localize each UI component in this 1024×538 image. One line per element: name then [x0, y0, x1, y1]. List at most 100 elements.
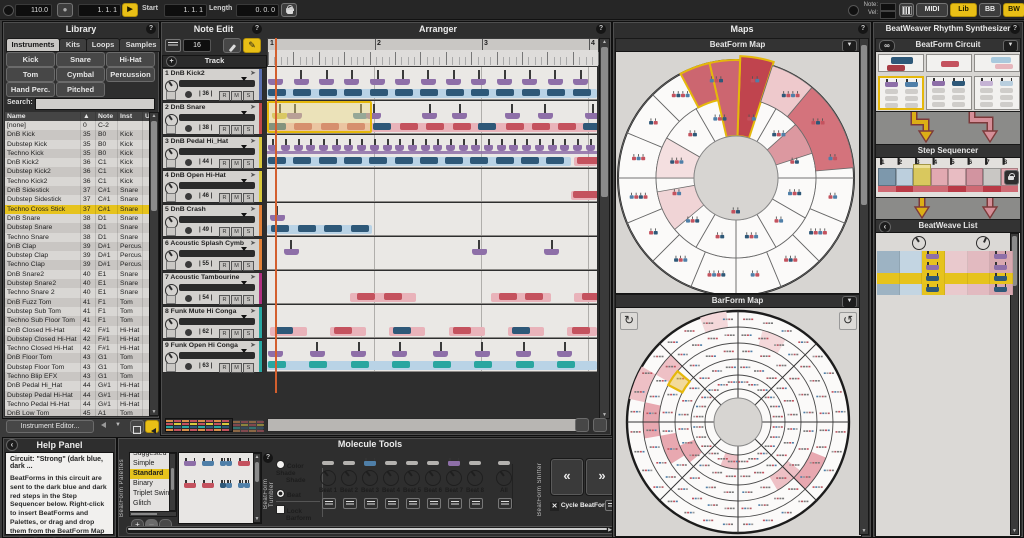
- library-row[interactable]: DnB Kick236C1Kick: [5, 158, 149, 167]
- scroll-corner-button[interactable]: [575, 418, 589, 432]
- track-led[interactable]: [166, 91, 176, 100]
- pin-icon[interactable]: ➤: [250, 138, 257, 145]
- track-led[interactable]: [166, 363, 176, 372]
- track-led[interactable]: [166, 193, 176, 202]
- arranger-vscrollbar[interactable]: ▲▼: [599, 38, 610, 419]
- category-cymbal[interactable]: Cymbal: [56, 67, 105, 82]
- pin-icon[interactable]: ➤: [250, 342, 257, 349]
- arranger-row[interactable]: [267, 203, 597, 236]
- library-row[interactable]: DnB Closed Hi-Hat42F#1Hi-Hat: [5, 326, 149, 335]
- weave-cell[interactable]: [968, 284, 991, 295]
- track-led[interactable]: [166, 329, 176, 338]
- note-edit-menu-button[interactable]: [165, 39, 181, 52]
- preview-speaker-button[interactable]: [145, 420, 159, 433]
- library-row[interactable]: Dubstep Snare38D1Snare: [5, 223, 149, 232]
- volume-slider[interactable]: [179, 148, 255, 155]
- m-button[interactable]: M: [231, 159, 242, 169]
- pin-icon[interactable]: ➤: [250, 274, 257, 281]
- knob-beat-2[interactable]: [341, 470, 357, 486]
- palette-beatform[interactable]: [244, 483, 250, 488]
- library-row[interactable]: Dubstep Floor Tom43G1Tom: [5, 363, 149, 372]
- search-input[interactable]: [35, 98, 155, 110]
- palette-beatform[interactable]: [226, 483, 232, 488]
- library-row[interactable]: [none]0C-2: [5, 121, 149, 130]
- vel-value-field[interactable]: [880, 11, 896, 19]
- circuit-beatform[interactable]: [932, 81, 945, 86]
- grid-value-field[interactable]: 16: [183, 39, 211, 52]
- library-row[interactable]: DnB Sidestick37C#1Snare: [5, 186, 149, 195]
- s-button[interactable]: S: [243, 227, 254, 237]
- library-row[interactable]: Dubstep Kick35B0Kick: [5, 140, 149, 149]
- record-button[interactable]: ●: [57, 3, 73, 17]
- beat-radio[interactable]: Beat: [276, 489, 320, 499]
- volume-slider[interactable]: [179, 80, 255, 87]
- view-button-lib[interactable]: Lib: [950, 3, 977, 17]
- knob-menu-button[interactable]: [406, 498, 420, 509]
- rotate-ccw-icon[interactable]: ↺: [839, 312, 857, 330]
- volume-slider[interactable]: [179, 216, 255, 223]
- arranger-row[interactable]: [267, 339, 597, 372]
- track-mute-dot[interactable]: [185, 295, 192, 302]
- master-knob[interactable]: [3, 5, 14, 16]
- pin-icon[interactable]: ➤: [250, 70, 257, 77]
- weave-cell[interactable]: [945, 251, 968, 262]
- track-strip-5[interactable]: 5 DnB Crash➤| 49 |RMS: [162, 204, 263, 237]
- s-button[interactable]: S: [243, 91, 254, 101]
- weave-cell[interactable]: [968, 273, 991, 284]
- library-row[interactable]: Dubstep Closed Hi-Hat42F#1Hi-Hat: [5, 335, 149, 344]
- track-mute-dot[interactable]: [185, 193, 192, 200]
- track-led[interactable]: [166, 261, 176, 270]
- shift-left-button[interactable]: «: [550, 458, 584, 496]
- m-button[interactable]: M: [231, 227, 242, 237]
- column-header-2[interactable]: Note: [96, 112, 118, 121]
- brush-tool-button[interactable]: [223, 38, 241, 53]
- library-row[interactable]: Dubstep Sub Tom41F1Tom: [5, 307, 149, 316]
- volume-slider[interactable]: [179, 250, 255, 257]
- library-row[interactable]: DnB Pedal Hi_Hat44G#1Hi-Hat: [5, 381, 149, 390]
- step-7[interactable]: [983, 168, 1001, 186]
- weave-cell[interactable]: [945, 273, 968, 284]
- weave-cell[interactable]: [922, 262, 945, 273]
- circuit-beatform[interactable]: [885, 82, 898, 87]
- s-button[interactable]: S: [243, 363, 254, 373]
- library-row[interactable]: Techno Sub Floor Tom41F1Tom: [5, 316, 149, 325]
- step-3[interactable]: [913, 164, 931, 186]
- circuit-beatform[interactable]: [1000, 81, 1013, 86]
- selected-clip[interactable]: [267, 101, 372, 133]
- r-button[interactable]: R: [219, 329, 230, 339]
- maps-help-icon[interactable]: ?: [858, 24, 868, 34]
- palette-list[interactable]: SuggestedSimpleStandardBinaryTriplet Swi…: [129, 452, 177, 512]
- length-field[interactable]: 0. 0. 0: [236, 4, 279, 17]
- s-button[interactable]: S: [243, 159, 254, 169]
- track-strip-6[interactable]: 6 Acoustic Splash Cymb➤| 55 |RMS: [162, 238, 263, 271]
- knob-menu-button[interactable]: [469, 498, 483, 509]
- palette-beatform[interactable]: [184, 461, 196, 466]
- step-1[interactable]: [878, 168, 896, 186]
- lock-barform-checkbox[interactable]: LockBarform: [276, 501, 320, 522]
- knob-beatform[interactable]: [448, 461, 460, 466]
- library-row[interactable]: Techno Blip EFX43G1Tom: [5, 372, 149, 381]
- track-mute-dot[interactable]: [185, 261, 192, 268]
- scroll-up-icon[interactable]: ▲: [150, 113, 158, 119]
- weave-cell[interactable]: [877, 251, 900, 262]
- library-row[interactable]: Dubstep Kick236C1Kick: [5, 167, 149, 176]
- color-shade-radio[interactable]: Color ShadeShade: [276, 460, 320, 484]
- note-value-field[interactable]: [880, 3, 896, 11]
- weave-cell[interactable]: [990, 273, 1013, 284]
- add-track-icon[interactable]: +: [166, 56, 177, 67]
- knob-beat-6[interactable]: [425, 470, 441, 486]
- weave-cell[interactable]: [900, 273, 923, 284]
- weave-cell[interactable]: [922, 251, 945, 262]
- volume-slider[interactable]: [179, 318, 255, 325]
- knob-beat-8[interactable]: [467, 470, 483, 486]
- category-pitched[interactable]: Pitched: [56, 82, 105, 97]
- step-6[interactable]: [966, 168, 984, 186]
- scroll-down-icon[interactable]: ▼: [150, 409, 158, 415]
- palette-beatform[interactable]: [202, 483, 214, 488]
- track-led[interactable]: [166, 227, 176, 236]
- knob-menu-button[interactable]: [322, 498, 336, 509]
- s-button[interactable]: S: [243, 261, 254, 271]
- editor-window-button[interactable]: [130, 420, 144, 433]
- circuit-cell-3[interactable]: [974, 76, 1020, 110]
- weave-cell[interactable]: [990, 262, 1013, 273]
